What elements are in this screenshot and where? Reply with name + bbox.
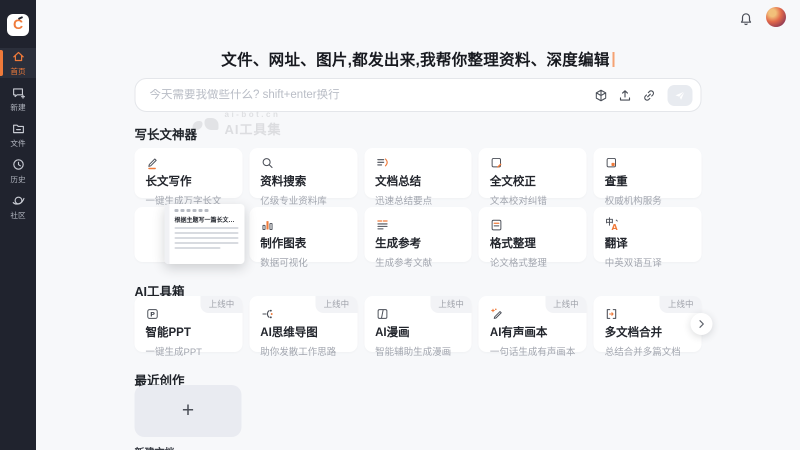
hero-title: 文件、网址、图片,都发出来,我帮你整理资料、深度编辑 (135, 48, 702, 70)
bar-chart-icon (260, 217, 346, 232)
card-generate-references[interactable]: 生成参考 生成参考文献 (364, 207, 472, 262)
new-creation-label: 新建文档 (135, 444, 175, 450)
card-preview-slot[interactable]: 根据主题写一篇长文… (135, 207, 243, 262)
sidebar-nav: 首页 新建 文件 历史 社区 (0, 48, 36, 222)
long-writing-preview-popup: 根据主题写一篇长文… (165, 204, 245, 264)
card-format-cleanup[interactable]: 格式整理 论文格式整理 (479, 207, 587, 262)
card-translate[interactable]: 中A 翻译 中英双语互译 (594, 207, 702, 262)
new-chat-icon (11, 85, 26, 100)
prompt-input-bar (135, 78, 702, 112)
summary-icon (375, 155, 461, 170)
upload-icon[interactable] (618, 88, 633, 103)
plus-icon: + (182, 399, 194, 423)
text-caret (613, 52, 615, 67)
link-icon[interactable] (642, 88, 657, 103)
sidebar-item-label: 社区 (10, 210, 25, 220)
sidebar-item-files[interactable]: 文件 (0, 120, 36, 150)
card-research-search[interactable]: 资料搜索 亿级专业资料库 (249, 148, 357, 198)
status-badge: 上线中 (660, 296, 702, 313)
sidebar-item-history[interactable]: 历史 (0, 156, 36, 186)
plagiarism-icon (605, 155, 691, 170)
main-area: 文件、网址、图片,都发出来,我帮你整理资料、深度编辑 ai-bot.cn AI工… (36, 0, 800, 450)
svg-text:P: P (150, 310, 155, 318)
history-clock-icon (11, 157, 26, 172)
watermark: ai-bot.cn AI工具集 (193, 110, 282, 138)
card-ai-comic[interactable]: 上线中 AI漫画 智能辅助生成漫画 (364, 296, 472, 352)
watermark-name: AI工具集 (225, 119, 282, 138)
card-doc-summary[interactable]: 文档总结 迅速总结要点 (364, 148, 472, 198)
card-make-chart[interactable]: 制作图表 数据可视化 (249, 207, 357, 262)
user-avatar[interactable] (766, 7, 786, 27)
sidebar-item-label: 新建 (10, 102, 25, 112)
status-badge: 上线中 (201, 296, 243, 313)
translate-icon: 中A (605, 217, 691, 232)
preview-doc-title: 根据主题写一篇长文… (175, 215, 239, 224)
scroll-right-button[interactable] (691, 313, 713, 335)
tool-row-2: 根据主题写一篇长文… 制作图表 数据可视化 生成参考 生成参考文献 格式整理 论… (135, 207, 702, 262)
tool-row-1: 长文写作 一键生成万字长文 资料搜索 亿级专业资料库 文档总结 迅速总结要点 全… (135, 148, 702, 198)
format-icon (490, 217, 576, 232)
sidebar-item-label: 首页 (10, 66, 25, 76)
prompt-input[interactable] (150, 89, 594, 101)
app-logo[interactable]: C (7, 14, 29, 36)
sidebar-item-label: 历史 (10, 174, 25, 184)
folder-icon (11, 121, 26, 136)
notification-bell-icon[interactable] (738, 11, 754, 27)
sidebar-item-label: 文件 (10, 138, 25, 148)
card-ai-audiobook[interactable]: 上线中 AI有声画本 一句话生成有声画本 (479, 296, 587, 352)
card-smart-ppt[interactable]: 上线中 P 智能PPT 一键生成PPT (135, 296, 243, 352)
search-icon (260, 155, 346, 170)
card-plagiarism-check[interactable]: 查重 权威机构服务 (594, 148, 702, 198)
card-proofread[interactable]: 全文校正 文本校对纠错 (479, 148, 587, 198)
references-icon (375, 217, 461, 232)
sidebar-item-community[interactable]: 社区 (0, 192, 36, 222)
send-button[interactable] (668, 85, 693, 106)
status-badge: 上线中 (316, 296, 358, 313)
pencil-icon (146, 155, 232, 170)
community-planet-icon (11, 193, 26, 208)
svg-text:A: A (612, 223, 619, 232)
sidebar-item-new[interactable]: 新建 (0, 84, 36, 114)
model-cube-icon[interactable] (594, 88, 609, 103)
sidebar-item-home[interactable]: 首页 (0, 48, 36, 78)
tool-row-3: 上线中 P 智能PPT 一键生成PPT 上线中 AI思维导图 助你发散工作思路 … (135, 296, 702, 352)
section-title-long-writing: 写长文神器 (135, 124, 198, 143)
preview-toolbar (175, 209, 239, 212)
status-badge: 上线中 (545, 296, 587, 313)
card-merge-docs[interactable]: 上线中 多文档合并 总结合并多篇文档 (594, 296, 702, 352)
card-long-writing[interactable]: 长文写作 一键生成万字长文 (135, 148, 243, 198)
proofread-icon (490, 155, 576, 170)
home-icon (11, 49, 26, 64)
new-creation-card[interactable]: + (135, 385, 242, 437)
card-ai-mindmap[interactable]: 上线中 AI思维导图 助你发散工作思路 (249, 296, 357, 352)
status-badge: 上线中 (430, 296, 472, 313)
sidebar: C 首页 新建 文件 历史 社区 (0, 0, 36, 450)
